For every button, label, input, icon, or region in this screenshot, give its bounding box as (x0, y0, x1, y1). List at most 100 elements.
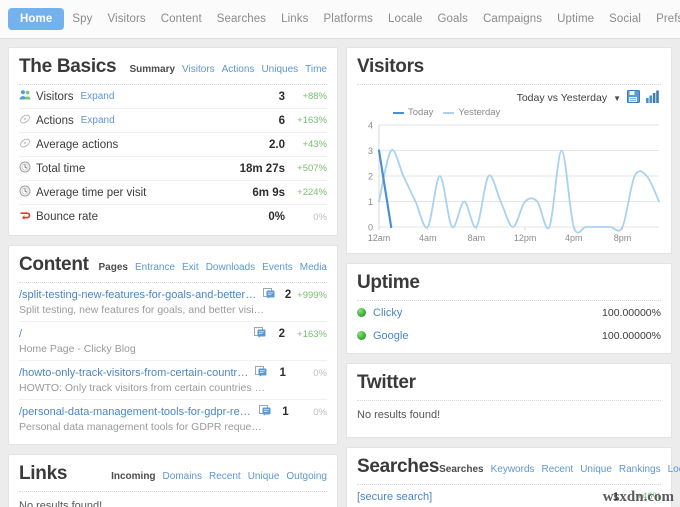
chart-legend-label: Today (408, 107, 434, 118)
uptime-row-value: 100.00000% (602, 306, 661, 319)
basics-panel: The Basics Summary Visitors Actions Uniques… (8, 47, 338, 236)
bar-chart-icon[interactable] (646, 90, 659, 106)
basics-tab-time[interactable]: Time (305, 64, 327, 75)
links-tab-incoming[interactable]: Incoming (111, 471, 155, 482)
watermark: wsxdn.com (602, 489, 674, 505)
content-tab-downloads[interactable]: Downloads (206, 262, 255, 273)
links-tab-unique[interactable]: Unique (248, 471, 280, 482)
searches-header: Searches Searches Keywords Recent Unique Ran… (357, 456, 680, 485)
searches-tab-local[interactable]: Local (668, 464, 680, 475)
export-icon[interactable] (627, 90, 640, 106)
content-row-url[interactable]: /howto-only-track-visitors-from-certain-… (19, 367, 249, 379)
page-detail-icon[interactable] (262, 288, 275, 302)
basics-row-expand-link[interactable]: Expand (81, 91, 115, 102)
searches-title: Searches (357, 456, 440, 477)
content-row-url[interactable]: /personal-data-management-tools-for-gdpr… (19, 406, 253, 418)
uptime-row-name[interactable]: Google (373, 330, 408, 342)
visitors-chart-svg: 0 1 2 3 4 12am 4am 8am 12pm 4pm 8pm (368, 121, 660, 243)
basics-row-delta: +507% (297, 163, 327, 174)
basics-row-label: Total time (36, 162, 86, 175)
nav-item-prefs[interactable]: Prefs (649, 8, 680, 30)
twitter-panel: Twitter No results found! (346, 363, 672, 438)
page-detail-icon[interactable] (255, 366, 267, 380)
content-row-icon[interactable] (255, 366, 270, 380)
content-tab-exit[interactable]: Exit (182, 262, 199, 273)
content-row-icon[interactable] (259, 405, 274, 419)
nav-item-links[interactable]: Links (274, 8, 315, 30)
basics-tab-uniques[interactable]: Uniques (261, 64, 298, 75)
nav-item-searches[interactable]: Searches (210, 8, 273, 30)
page-detail-icon[interactable] (259, 405, 271, 419)
links-tab-outgoing[interactable]: Outgoing (286, 471, 327, 482)
searches-tab-searches[interactable]: Searches (439, 464, 483, 475)
basics-row: Bounce rate 0% 0% (19, 205, 327, 229)
date-range-selector[interactable]: Today vs Yesterday (517, 92, 607, 104)
basics-row-icon (19, 89, 36, 104)
searches-tab-unique[interactable]: Unique (580, 464, 612, 475)
content-row-icon[interactable] (262, 288, 278, 302)
visitors-chart: 0 1 2 3 4 12am 4am 8am 12pm 4pm 8pm (357, 119, 661, 247)
basics-tab-actions[interactable]: Actions (222, 64, 255, 75)
nav-item-platforms[interactable]: Platforms (317, 8, 380, 30)
content-row-url[interactable]: /split-testing-new-features-for-goals-an… (19, 289, 257, 301)
basics-tab-summary[interactable]: Summary (129, 64, 175, 75)
page-body: The Basics Summary Visitors Actions Uniques… (0, 39, 680, 507)
chart-y-tick: 2 (368, 172, 373, 182)
searches-tab-rankings[interactable]: Rankings (619, 464, 661, 475)
uptime-row-value: 100.00000% (602, 329, 661, 342)
basics-row-value: 0% (268, 211, 285, 223)
basics-tab-visitors[interactable]: Visitors (182, 64, 215, 75)
content-tab-events[interactable]: Events (262, 262, 293, 273)
content-tab-pages[interactable]: Pages (99, 262, 128, 273)
basics-row-icon (19, 210, 36, 225)
basics-row-delta: +88% (302, 91, 327, 102)
searches-row-name[interactable]: [secure search] (357, 491, 432, 503)
basics-row: Average actions 2.0 +43% (19, 133, 327, 157)
content-row-icon[interactable] (254, 327, 269, 341)
basics-row: Actions Expand 6 +163% (19, 109, 327, 133)
content-row: / 2 +163% Home Page - Clicky Blog (19, 322, 327, 361)
nav-item-spy[interactable]: Spy (65, 8, 99, 30)
nav-item-locale[interactable]: Locale (381, 8, 430, 30)
basics-row-icon (19, 137, 36, 152)
links-tab-domains[interactable]: Domains (163, 471, 202, 482)
nav-item-uptime[interactable]: Uptime (550, 8, 601, 30)
nav-item-goals[interactable]: Goals (430, 8, 475, 30)
searches-tab-keywords[interactable]: Keywords (491, 464, 535, 475)
nav-item-social[interactable]: Social (602, 8, 648, 30)
content-panel: Content Pages Entrance Exit Downloads Events… (8, 245, 338, 445)
basics-row-icon (19, 161, 36, 176)
content-row-line: /personal-data-management-tools-for-gdpr… (19, 405, 327, 419)
basics-row: Total time 18m 27s +507% (19, 157, 327, 181)
searches-tab-recent[interactable]: Recent (542, 464, 574, 475)
chart-y-tick: 4 (368, 121, 373, 131)
nav-item-content[interactable]: Content (154, 8, 209, 30)
uptime-row-name[interactable]: Clicky (373, 307, 402, 319)
visitors-icon (19, 89, 31, 104)
basics-row-delta: +43% (302, 139, 327, 150)
chart-x-tick: 12am (368, 233, 391, 243)
chart-series-yesterday (378, 149, 660, 234)
chart-controls: Today vs Yesterday ▼ (357, 85, 661, 106)
content-row-delta: +163% (297, 328, 327, 340)
page-detail-icon[interactable] (254, 327, 266, 341)
basics-row-label: Average actions (36, 138, 119, 151)
uptime-rows: Clicky 100.00000% Google 100.00000% (357, 301, 661, 347)
content-tab-media[interactable]: Media (300, 262, 327, 273)
chevron-down-icon[interactable]: ▼ (613, 94, 621, 103)
links-tab-recent[interactable]: Recent (209, 471, 241, 482)
chart-legend-swatch (393, 111, 404, 114)
content-row-url[interactable]: / (19, 328, 22, 340)
basics-row-expand-link[interactable]: Expand (81, 115, 115, 126)
nav-item-home[interactable]: Home (8, 8, 65, 30)
content-tab-entrance[interactable]: Entrance (135, 262, 175, 273)
twitter-empty-message: No results found! (357, 409, 441, 421)
searches-tabs: Searches Keywords Recent Unique Rankings Loca… (439, 464, 680, 475)
actions-icon (19, 113, 31, 128)
content-row-description: Home Page - Clicky Blog (19, 343, 136, 355)
actions-icon (19, 137, 31, 152)
left-column: The Basics Summary Visitors Actions Uniques… (8, 47, 338, 507)
nav-item-visitors[interactable]: Visitors (100, 8, 152, 30)
uptime-header: Uptime (357, 272, 661, 301)
nav-item-campaigns[interactable]: Campaigns (476, 8, 549, 30)
